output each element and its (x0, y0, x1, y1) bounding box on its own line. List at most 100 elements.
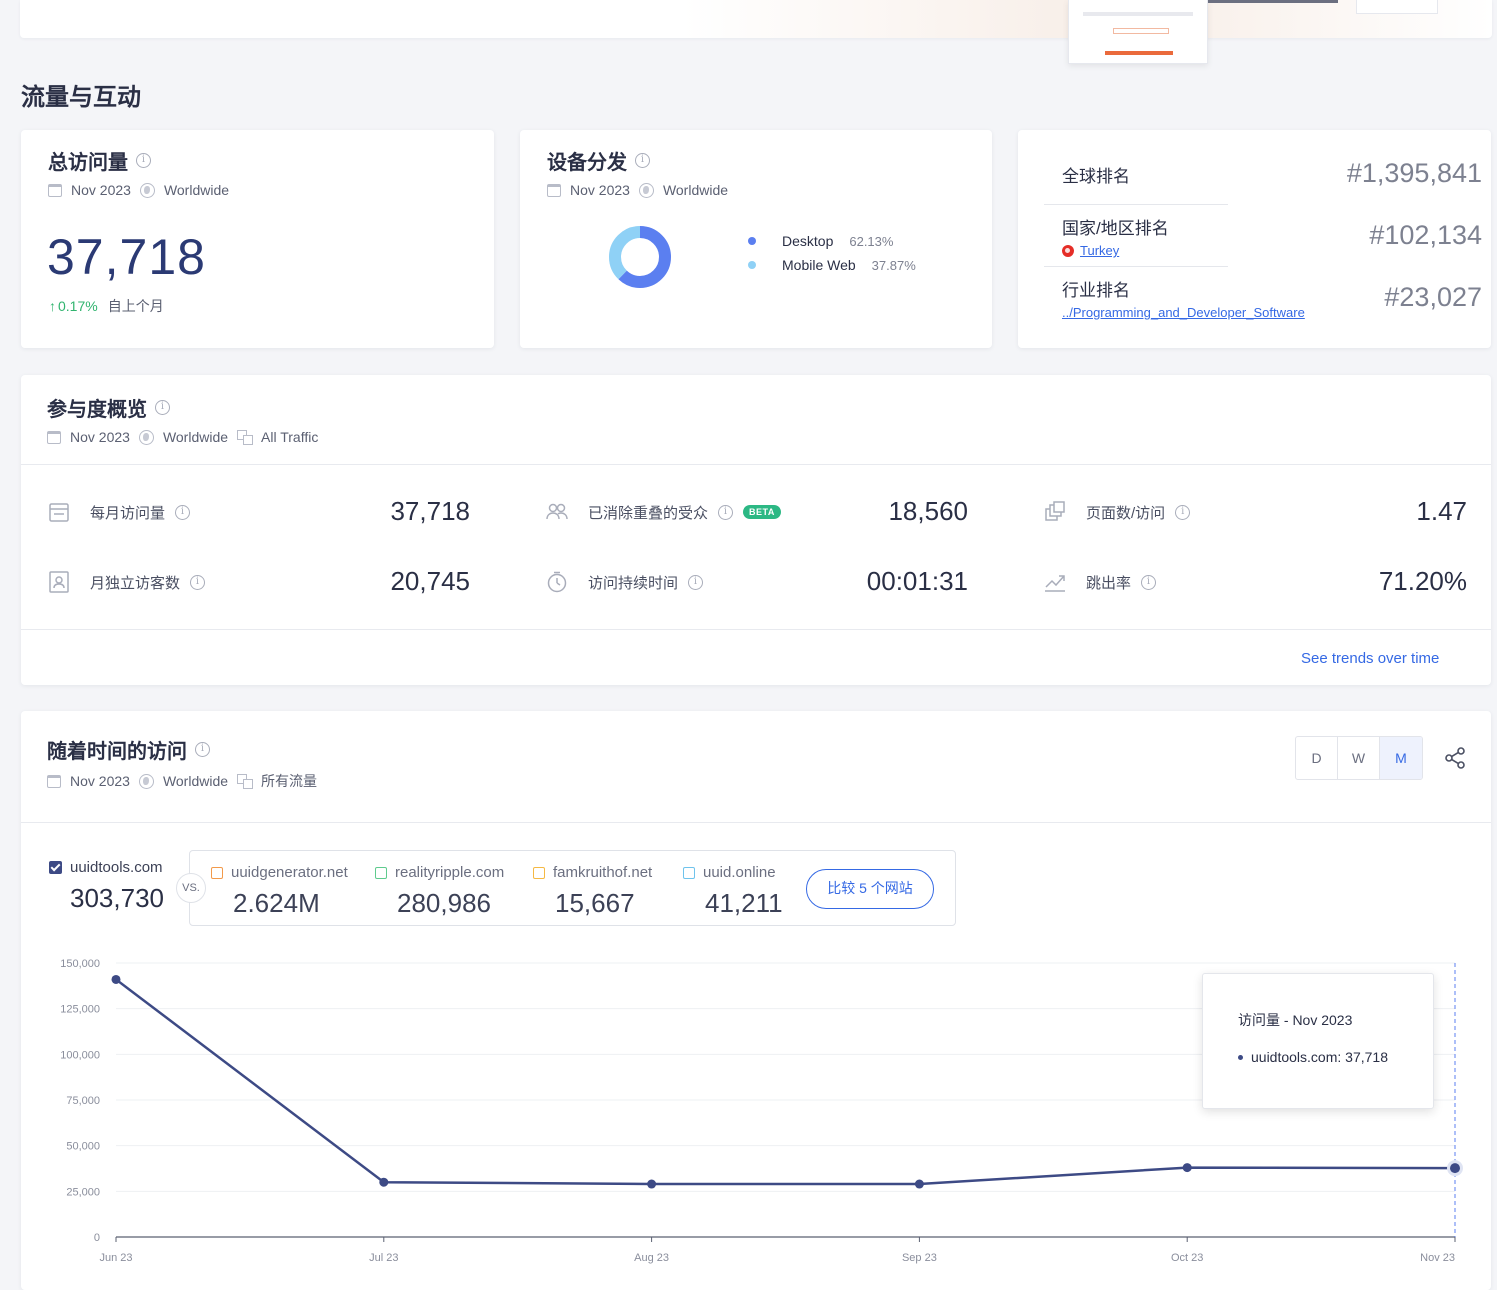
region-label: Worldwide (162, 429, 229, 445)
date-label: Nov 2023 (71, 182, 131, 198)
calendar-icon (547, 183, 561, 197)
metric-label: 页面数/访问 (1086, 504, 1166, 522)
divider (21, 822, 1491, 823)
divider (1044, 204, 1228, 205)
globe-icon (138, 429, 154, 445)
metric-label: 月独立访客数 (90, 574, 181, 592)
y-tick-label: 0 (94, 1232, 100, 1244)
series-dot (1238, 1054, 1243, 1060)
change-value: 0.17% (58, 298, 98, 314)
industry-rank-value: #23,027 (1384, 282, 1482, 312)
site-preview-header (1208, 0, 1468, 14)
globe-icon (139, 182, 155, 198)
see-trends-link[interactable]: See trends over time (1301, 650, 1439, 667)
tooltip-row: uuidtools.com: 37,718 (1238, 1049, 1388, 1065)
competitor-item[interactable]: realityripple.com 280,986 (375, 864, 504, 919)
info-icon[interactable]: i (688, 574, 704, 590)
competitor-value: 41,211 (705, 888, 783, 918)
global-rank-label: 全球排名 (1062, 167, 1130, 186)
x-tick-label: Jul 23 (369, 1252, 398, 1264)
traffic-label: All Traffic (261, 429, 319, 445)
legend-label: Desktop (782, 233, 834, 249)
competitor-item[interactable]: uuid.online 41,211 (683, 864, 783, 919)
checkbox-icon[interactable] (683, 866, 695, 879)
visits-over-time-title: 随着时间的访问 (47, 741, 187, 763)
checkbox-icon[interactable] (533, 866, 545, 879)
checkbox-checked-icon[interactable] (49, 861, 62, 874)
metric-visit-duration[interactable]: 访问持续时间 i (546, 571, 704, 593)
country-link[interactable]: Turkey (1080, 243, 1119, 258)
device-donut-chart (609, 226, 671, 288)
info-icon[interactable]: i (136, 153, 151, 168)
info-icon[interactable]: i (195, 742, 210, 757)
y-tick-label: 75,000 (66, 1095, 100, 1107)
calendar-icon (47, 430, 61, 444)
divider (21, 464, 1491, 465)
calendar-icon (47, 774, 61, 788)
metric-deduplicated-audience[interactable]: 已消除重叠的受众 i BETA (546, 501, 781, 523)
info-icon[interactable]: i (155, 400, 170, 415)
legend-dot (748, 261, 756, 269)
legend-label: Mobile Web (782, 257, 856, 273)
granularity-day-button[interactable]: D (1296, 737, 1338, 779)
date-label: Nov 2023 (70, 429, 130, 445)
info-icon[interactable]: i (1175, 504, 1191, 520)
change-label: 自上个月 (107, 298, 164, 314)
info-icon[interactable]: i (1141, 574, 1157, 590)
granularity-month-button[interactable]: M (1380, 737, 1422, 779)
region-label: Worldwide (162, 773, 229, 789)
region-label: Worldwide (163, 182, 230, 198)
total-visits-value: 37,718 (47, 229, 206, 285)
date-label: Nov 2023 (570, 182, 630, 198)
visitor-id-icon (49, 571, 69, 593)
globe-icon (638, 182, 654, 198)
legend-mobile: Mobile Web 37.87% (748, 253, 916, 277)
granularity-week-button[interactable]: W (1338, 737, 1380, 779)
info-icon[interactable]: i (635, 153, 650, 168)
info-icon[interactable]: i (190, 574, 206, 590)
chart-tooltip: 访问量 - Nov 2023 uuidtools.com: 37,718 (1202, 973, 1434, 1109)
clock-icon (547, 571, 567, 593)
competitor-value: 15,667 (555, 888, 635, 918)
traffic-icon (237, 774, 254, 789)
metric-monthly-visits[interactable]: 每月访问量 i (48, 501, 191, 523)
checkbox-icon[interactable] (375, 866, 387, 879)
site-value: 303,730 (70, 883, 164, 913)
y-tick-label: 125,000 (60, 1004, 100, 1016)
y-tick-label: 150,000 (60, 958, 100, 970)
data-point (647, 1179, 657, 1189)
calendar-icon (48, 183, 62, 197)
tooltip-value: uuidtools.com: 37,718 (1251, 1049, 1388, 1065)
site-name: uuidtools.com (70, 859, 163, 876)
data-point (1450, 1163, 1460, 1174)
compare-sites-button[interactable]: 比较 5 个网站 (806, 869, 934, 909)
pages-icon (1045, 501, 1065, 521)
metric-label: 跳出率 (1086, 574, 1132, 592)
competitor-value: 2.624M (233, 888, 320, 918)
data-point (379, 1177, 389, 1187)
country-rank-row: 国家/地区排名 Turkey #102,134 (1062, 214, 1482, 258)
metric-value: 18,560 (888, 496, 968, 526)
data-point (111, 974, 121, 984)
metric-unique-visitors[interactable]: 月独立访客数 i (48, 571, 206, 593)
site-preview-thumbnail[interactable] (1068, 0, 1208, 64)
competitor-name: famkruithof.net (553, 864, 653, 881)
metric-pages-per-visit[interactable]: 页面数/访问 i (1044, 501, 1191, 523)
global-rank-value: #1,395,841 (1346, 158, 1482, 188)
metric-bounce-rate[interactable]: 跳出率 i (1044, 571, 1157, 593)
legend-desktop: Desktop 62.13% (748, 229, 916, 253)
total-visits-card: 总访问量 i Nov 2023 Worldwide 37,718 ↑ 0.17% … (21, 130, 494, 348)
share-icon[interactable] (1443, 746, 1467, 770)
industry-link[interactable]: ../Programming_and_Developer_Software (1062, 305, 1305, 320)
main-site-selector[interactable]: uuidtools.com 303,730 (49, 859, 164, 914)
info-icon[interactable]: i (718, 504, 734, 520)
info-icon[interactable]: i (175, 504, 191, 520)
bounce-icon (1045, 575, 1065, 592)
engagement-card: 参与度概览 i Nov 2023 Worldwide All Traffic 每月… (21, 375, 1491, 685)
metric-label: 每月访问量 (90, 504, 166, 522)
rank-card: 全球排名 #1,395,841 国家/地区排名 Turkey #102,134 … (1018, 130, 1491, 348)
metric-value: 1.47 (1416, 496, 1467, 526)
competitor-item[interactable]: uuidgenerator.net 2.624M (211, 864, 348, 919)
competitor-item[interactable]: famkruithof.net 15,667 (533, 864, 652, 919)
checkbox-icon[interactable] (211, 866, 223, 879)
